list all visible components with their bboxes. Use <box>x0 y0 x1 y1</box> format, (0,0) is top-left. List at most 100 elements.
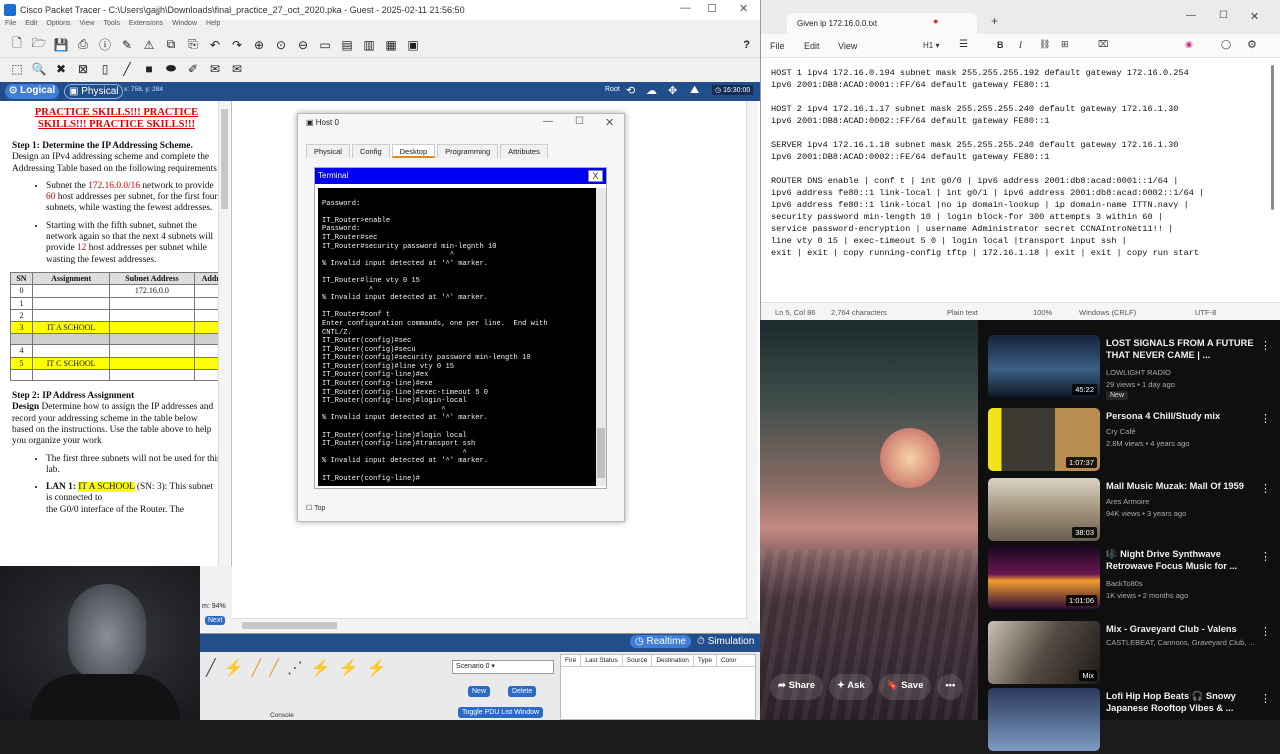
tab-config[interactable]: Config <box>351 144 390 158</box>
draw-rect-icon[interactable]: ■ <box>140 60 158 78</box>
list-item[interactable]: 1:07:37 Persona 4 Chill/Study mix Cry Ca… <box>988 408 1278 474</box>
menu-file[interactable]: File <box>5 20 16 27</box>
connection-straight-icon[interactable]: ╱ <box>252 658 262 686</box>
np-close-icon[interactable]: ✕ <box>1250 10 1259 23</box>
italic-icon[interactable]: I <box>1019 40 1022 50</box>
video-title[interactable]: Persona 4 Chill/Study mix <box>1106 410 1254 422</box>
new-file-icon[interactable]: 🗋 <box>8 36 26 54</box>
notepad-text-area[interactable]: HOST 1 ipv4 172.16.0.194 subnet mask 255… <box>771 67 1266 292</box>
copilot-icon[interactable]: ◉ <box>1185 39 1193 50</box>
copy-icon[interactable]: ⧉ <box>162 36 180 54</box>
ask-button[interactable]: ✦ Ask <box>829 674 873 700</box>
minimize-icon[interactable]: — <box>680 2 691 14</box>
video-menu-icon[interactable]: ⋮ <box>1260 550 1271 563</box>
menu-view[interactable]: View <box>79 20 94 27</box>
list-item[interactable]: Lofi Hip Hop Beats 🎧 Snowy Japanese Roof… <box>988 688 1278 754</box>
undo-icon[interactable]: ↶ <box>206 36 224 54</box>
delete-tool-icon[interactable]: ✖ <box>52 60 70 78</box>
hscroll-thumb[interactable] <box>242 622 337 629</box>
list-item[interactable]: Mix Mix - Graveyard Club - Valens CASTLE… <box>988 621 1278 687</box>
more-actions-icon[interactable]: ••• <box>937 674 964 700</box>
video-menu-icon[interactable]: ⋮ <box>1260 692 1271 705</box>
video-title[interactable]: LOST SIGNALS FROM A FUTURE THAT NEVER CA… <box>1106 337 1254 361</box>
np-minimize-icon[interactable]: — <box>1186 10 1196 21</box>
connection-serial-dce-icon[interactable]: ⚡ <box>339 658 359 686</box>
tab-logical[interactable]: ⊙ Logical <box>5 84 60 99</box>
terminal-close-button[interactable]: X <box>588 170 603 182</box>
video-title[interactable]: Mix - Graveyard Club - Valens <box>1106 623 1254 635</box>
simulation-button[interactable]: ⏱ Simulation <box>694 635 757 648</box>
maximize-icon[interactable]: ☐ <box>707 2 717 15</box>
host-minimize-icon[interactable]: — <box>543 116 553 127</box>
close-icon[interactable]: ✕ <box>739 2 748 15</box>
video-menu-icon[interactable]: ⋮ <box>1260 482 1271 495</box>
simple-pdu-icon[interactable]: ✉ <box>206 60 224 78</box>
landscape-icon[interactable]: ⛰ <box>690 84 699 97</box>
custom-device-icon[interactable]: ▤ <box>338 36 356 54</box>
move-icon[interactable]: ✥ <box>668 84 677 97</box>
save-button[interactable]: 🔖 Save <box>878 674 932 700</box>
bold-icon[interactable]: B <box>997 40 1004 50</box>
tab-physical[interactable]: ▣ Physical <box>64 84 124 99</box>
open-folder-icon[interactable]: 🗁 <box>30 36 48 54</box>
np-menu-file[interactable]: File <box>770 41 785 51</box>
menu-help[interactable]: Help <box>206 20 220 27</box>
realtime-button[interactable]: ◷ Realtime <box>630 635 691 648</box>
list-item[interactable]: 1:01:06 🎼 Night Drive Synthwave Retrowav… <box>988 546 1278 612</box>
connection-phone-icon[interactable]: ⚡ <box>311 658 331 686</box>
video-title[interactable]: Lofi Hip Hop Beats 🎧 Snowy Japanese Roof… <box>1106 690 1254 714</box>
tab-attributes[interactable]: Attributes <box>500 144 548 158</box>
connection-fiber-icon[interactable]: ⋰ <box>287 658 303 686</box>
new-tab-icon[interactable]: + <box>991 14 998 28</box>
video-menu-icon[interactable]: ⋮ <box>1260 412 1271 425</box>
resize-icon[interactable]: ⊠ <box>74 60 92 78</box>
terminal-scroll-thumb[interactable] <box>597 428 605 478</box>
account-icon[interactable]: ◯ <box>1221 39 1231 50</box>
cloud-icon[interactable]: ☁ <box>646 84 657 97</box>
drawing-palette-icon[interactable]: ▭ <box>316 36 334 54</box>
settings-gear-icon[interactable]: ⚙ <box>1247 38 1257 51</box>
video-channel[interactable]: LOWLIGHT RADIO <box>1106 368 1266 377</box>
doc-scrollbar[interactable] <box>218 101 230 566</box>
notepad-tab[interactable]: Given ip 172.16.0.0.txt ● <box>787 13 977 34</box>
draw-ellipse-icon[interactable]: ⬬ <box>162 60 180 78</box>
video-thumbnail[interactable]: 38:03 <box>988 478 1100 541</box>
workspace-hscroll[interactable] <box>232 618 748 632</box>
viewport-icon[interactable]: ▥ <box>360 36 378 54</box>
notepad-scroll-thumb[interactable] <box>1271 65 1274 210</box>
info-icon[interactable]: ⓘ <box>96 36 114 54</box>
tab-desktop[interactable]: Desktop <box>391 144 436 158</box>
zoom-in-icon[interactable]: ⊕ <box>250 36 268 54</box>
activity-wizard-icon[interactable]: ✎ <box>118 36 136 54</box>
complex-pdu-icon[interactable]: ✉ <box>228 60 246 78</box>
alert-icon[interactable]: ⚠ <box>140 36 158 54</box>
link-icon[interactable]: ⛓ <box>1039 39 1050 50</box>
screenshot-icon[interactable]: ▣ <box>404 36 422 54</box>
note-icon[interactable]: ▯ <box>96 60 114 78</box>
paste-icon[interactable]: ⎘ <box>184 36 202 54</box>
np-menu-view[interactable]: View <box>838 41 857 51</box>
menu-tools[interactable]: Tools <box>104 20 120 27</box>
menu-window[interactable]: Window <box>172 20 197 27</box>
inspect-icon[interactable]: 🔍 <box>30 60 48 78</box>
video-title[interactable]: 🎼 Night Drive Synthwave Retrowave Focus … <box>1106 548 1254 572</box>
connection-console-icon[interactable]: ⚡ <box>224 658 244 686</box>
video-thumbnail[interactable]: Mix <box>988 621 1100 684</box>
video-channel[interactable]: Cry Café <box>1106 427 1266 436</box>
menu-options[interactable]: Options <box>46 20 70 27</box>
video-menu-icon[interactable]: ⋮ <box>1260 625 1271 638</box>
notepad-scrollbar[interactable] <box>1269 60 1277 300</box>
select-icon[interactable]: ⬚ <box>8 60 26 78</box>
table-icon[interactable]: ⊞ <box>1061 39 1069 50</box>
delete-scenario-button[interactable]: Delete <box>508 686 537 697</box>
scenario-select[interactable]: Scenario 0 ▾ <box>452 660 554 674</box>
list-icon[interactable]: ☰ <box>959 39 968 50</box>
connection-serial-dte-icon[interactable]: ⚡ <box>367 658 387 686</box>
host-maximize-icon[interactable]: ☐ <box>575 116 584 127</box>
top-checkbox[interactable]: ☐ Top <box>306 504 325 512</box>
menu-extensions[interactable]: Extensions <box>129 20 163 27</box>
print-icon[interactable]: ⎙ <box>74 36 92 54</box>
back-icon[interactable]: ⟲ <box>626 84 635 97</box>
np-maximize-icon[interactable]: ☐ <box>1219 10 1228 21</box>
zoom-out-icon[interactable]: ⊖ <box>294 36 312 54</box>
